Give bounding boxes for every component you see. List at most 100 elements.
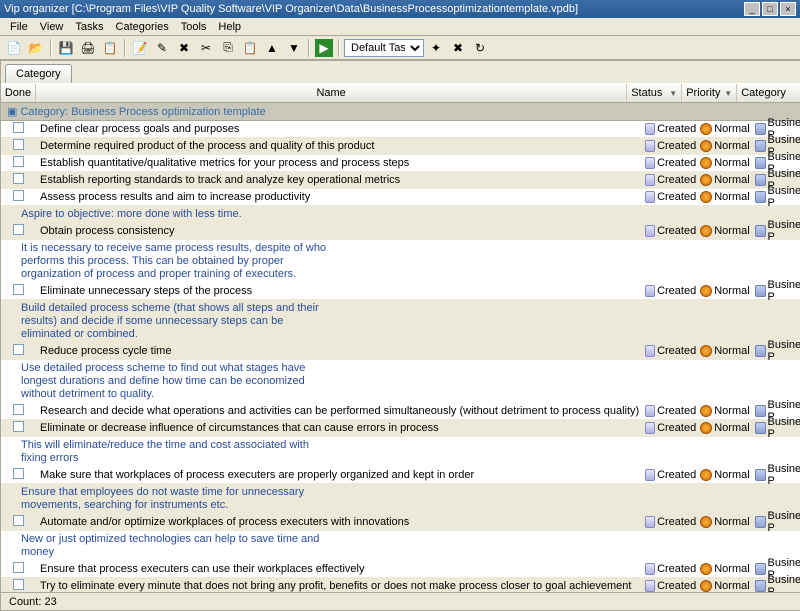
task-name: Establish quantitative/qualitative metri…: [36, 157, 643, 169]
tb-run-icon[interactable]: ▶: [314, 38, 334, 58]
tb-down-icon[interactable]: ▼: [284, 38, 304, 58]
done-checkbox[interactable]: [13, 468, 24, 479]
task-row[interactable]: Reduce process cycle timeCreatedNormalBu…: [1, 343, 800, 360]
tb-cut-icon[interactable]: ✂: [196, 38, 216, 58]
menu-categories[interactable]: Categories: [110, 19, 175, 35]
col-done[interactable]: Done: [1, 84, 36, 102]
col-priority[interactable]: Priority▼: [682, 84, 737, 102]
task-row[interactable]: Establish reporting standards to track a…: [1, 172, 800, 189]
menu-view[interactable]: View: [34, 19, 70, 35]
close-button[interactable]: ×: [780, 2, 796, 16]
task-name: Eliminate unnecessary steps of the proce…: [36, 285, 643, 297]
done-checkbox[interactable]: [13, 224, 24, 235]
tb-save-icon[interactable]: 💾: [56, 38, 76, 58]
group-row[interactable]: ▣ Category: Business Process optimizatio…: [1, 103, 800, 121]
task-row[interactable]: Establish quantitative/qualitative metri…: [1, 155, 800, 172]
task-name: Define clear process goals and purposes: [36, 123, 643, 135]
tb-refresh-icon[interactable]: ↻: [470, 38, 490, 58]
tb-view-select[interactable]: Default Task V: [344, 39, 424, 57]
task-row[interactable]: Ensure that process executers can use th…: [1, 561, 800, 578]
filter-icon[interactable]: ▼: [669, 89, 677, 98]
filter-icon[interactable]: ▼: [724, 89, 732, 98]
tb-wand-icon[interactable]: ✦: [426, 38, 446, 58]
done-checkbox[interactable]: [13, 156, 24, 167]
tb-up-icon[interactable]: ▲: [262, 38, 282, 58]
task-row[interactable]: Eliminate or decrease influence of circu…: [1, 420, 800, 437]
priority-icon: [700, 345, 712, 357]
tb-paste-icon[interactable]: 📋: [240, 38, 260, 58]
category-icon: [755, 191, 765, 203]
tb-open-icon[interactable]: 📂: [26, 38, 46, 58]
status-icon: [645, 469, 655, 481]
priority-icon: [700, 580, 712, 592]
priority-text: Normal: [714, 580, 749, 592]
task-row[interactable]: Obtain process consistencyCreatedNormalB…: [1, 223, 800, 240]
col-name[interactable]: Name: [36, 84, 627, 102]
done-checkbox[interactable]: [13, 190, 24, 201]
tb-print-icon[interactable]: 🖨: [78, 38, 98, 58]
done-checkbox[interactable]: [13, 562, 24, 573]
col-status[interactable]: Status▼: [627, 84, 682, 102]
tb-delete-icon[interactable]: ✖: [174, 38, 194, 58]
priority-text: Normal: [714, 422, 749, 434]
tb-edit-icon[interactable]: ✎: [152, 38, 172, 58]
task-name: Establish reporting standards to track a…: [36, 174, 643, 186]
done-checkbox[interactable]: [13, 344, 24, 355]
priority-icon: [700, 516, 712, 528]
priority-icon: [700, 157, 712, 169]
status-icon: [645, 191, 655, 203]
task-row[interactable]: Define clear process goals and purposesC…: [1, 121, 800, 138]
done-checkbox[interactable]: [13, 139, 24, 150]
status-icon: [645, 345, 655, 357]
task-row[interactable]: Eliminate unnecessary steps of the proce…: [1, 283, 800, 300]
menu-tools[interactable]: Tools: [175, 19, 213, 35]
category-text: Business P: [768, 416, 800, 440]
tb-clear-icon[interactable]: ✖: [448, 38, 468, 58]
task-row[interactable]: Try to eliminate every minute that does …: [1, 578, 800, 592]
tb-copy-icon[interactable]: ⎘: [218, 38, 238, 58]
tb-export-icon[interactable]: 📋: [100, 38, 120, 58]
tab-category[interactable]: Category: [5, 64, 72, 83]
status-icon: [645, 285, 655, 297]
done-checkbox[interactable]: [13, 173, 24, 184]
task-row[interactable]: Automate and/or optimize workplaces of p…: [1, 514, 800, 531]
col-category[interactable]: Category▼: [737, 84, 800, 102]
task-name: Eliminate or decrease influence of circu…: [36, 422, 643, 434]
note-row: Build detailed process scheme (that show…: [1, 300, 800, 343]
task-row[interactable]: Assess process results and aim to increa…: [1, 189, 800, 206]
menu-tasks[interactable]: Tasks: [69, 19, 109, 35]
priority-text: Normal: [714, 285, 749, 297]
minimize-button[interactable]: _: [744, 2, 760, 16]
task-row[interactable]: Determine required product of the proces…: [1, 138, 800, 155]
menu-file[interactable]: File: [4, 19, 34, 35]
done-checkbox[interactable]: [13, 515, 24, 526]
done-checkbox[interactable]: [13, 579, 24, 590]
task-row[interactable]: Research and decide what operations and …: [1, 403, 800, 420]
status-icon: [645, 140, 655, 152]
menu-help[interactable]: Help: [212, 19, 247, 35]
priority-icon: [700, 285, 712, 297]
done-checkbox[interactable]: [13, 122, 24, 133]
priority-icon: [700, 422, 712, 434]
status-icon: [645, 174, 655, 186]
status-text: Created: [657, 191, 696, 203]
app-title: Vip organizer [C:\Program Files\VIP Qual…: [4, 3, 742, 15]
status-icon: [645, 225, 655, 237]
priority-icon: [700, 174, 712, 186]
done-checkbox[interactable]: [13, 284, 24, 295]
status-text: Created: [657, 285, 696, 297]
task-row[interactable]: Make sure that workplaces of process exe…: [1, 467, 800, 484]
task-grid[interactable]: ▣ Category: Business Process optimizatio…: [1, 103, 800, 592]
status-icon: [645, 516, 655, 528]
maximize-button[interactable]: □: [762, 2, 778, 16]
priority-icon: [700, 405, 712, 417]
category-text: Business P: [768, 339, 800, 363]
status-text: Created: [657, 405, 696, 417]
status-text: Created: [657, 563, 696, 575]
done-checkbox[interactable]: [13, 421, 24, 432]
tb-new-icon[interactable]: 📄: [4, 38, 24, 58]
tb-newtask-icon[interactable]: 📝: [130, 38, 150, 58]
note-row: This will eliminate/reduce the time and …: [1, 437, 800, 467]
priority-text: Normal: [714, 174, 749, 186]
done-checkbox[interactable]: [13, 404, 24, 415]
